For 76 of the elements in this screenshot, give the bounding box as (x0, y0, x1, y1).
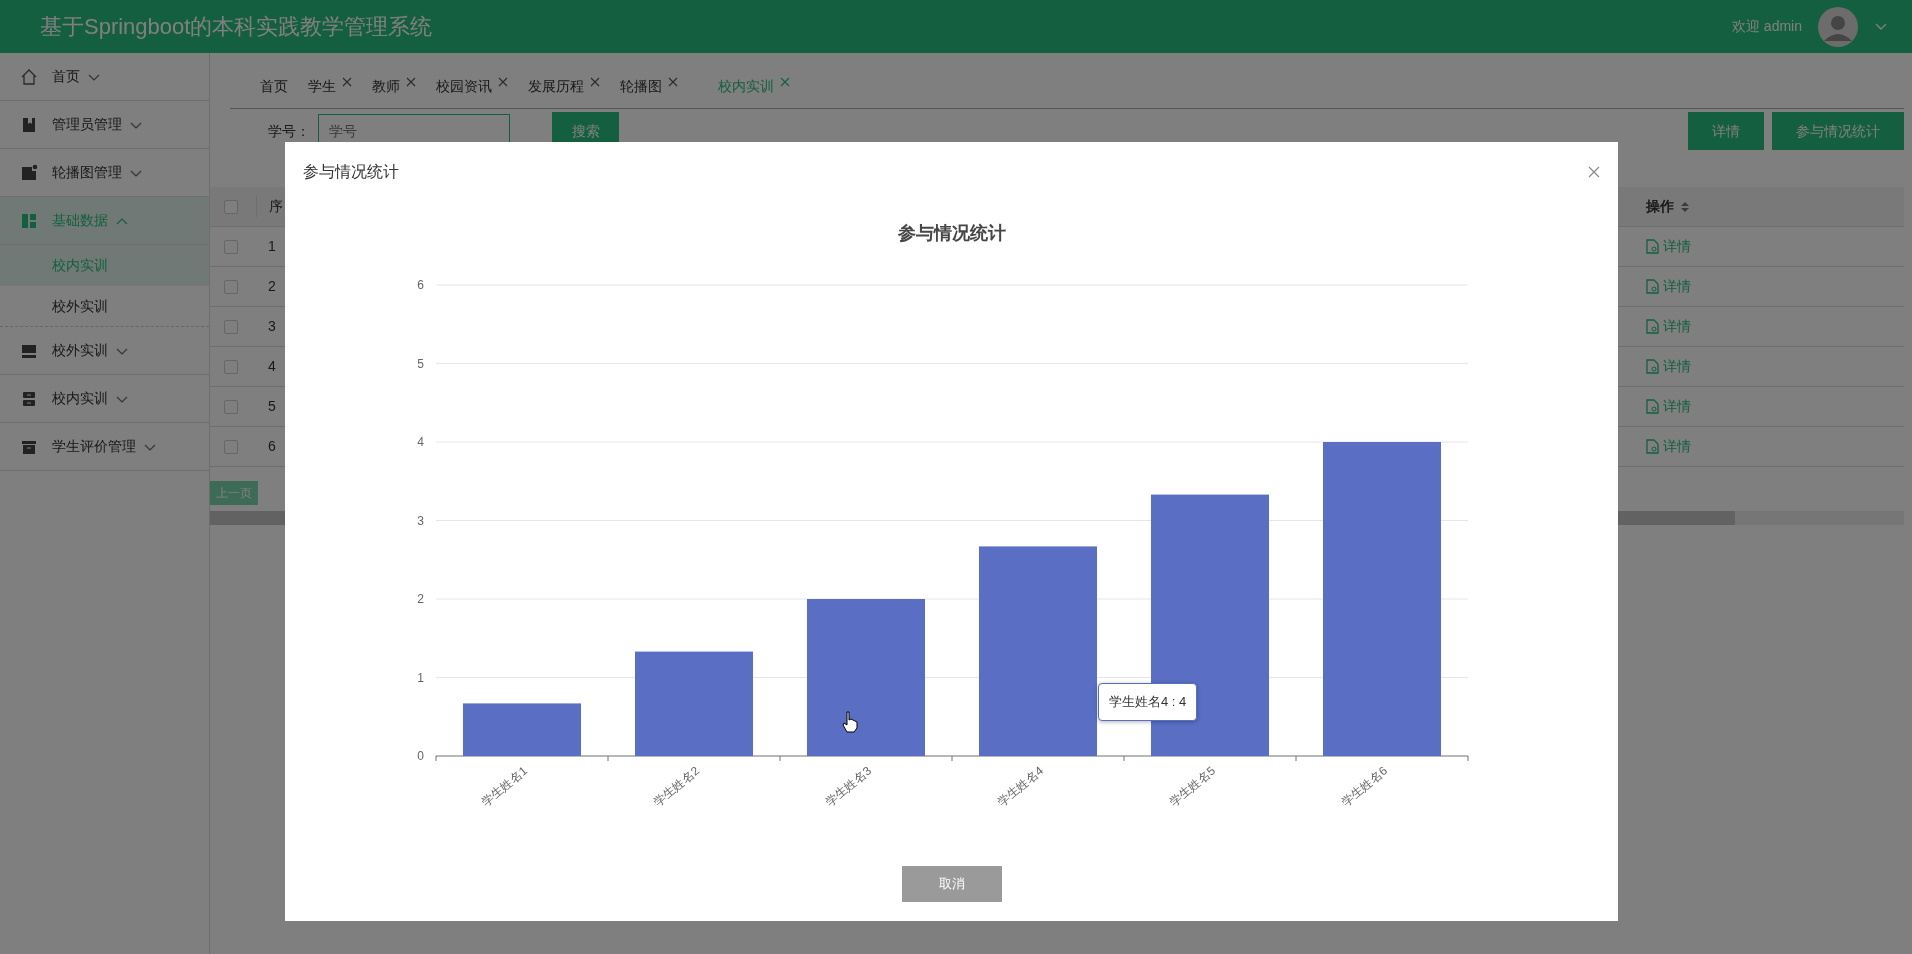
document-icon (1646, 359, 1659, 374)
tab[interactable]: 发展历程 (518, 76, 610, 97)
axis-category-label: 学生姓名5 (1167, 763, 1218, 810)
axis-category-label: 学生姓名6 (1339, 763, 1390, 810)
table-cell-text: 4 (267, 357, 276, 376)
welcome-text: 欢迎 admin (1731, 17, 1802, 36)
sidebar-subitem[interactable]: 校外实训 (0, 286, 209, 327)
axis-tick-label: 0 (417, 749, 424, 763)
tab[interactable]: 轮播图 (610, 76, 688, 97)
dashboard-icon (20, 211, 38, 230)
drawers-icon (20, 389, 38, 408)
document-icon (1646, 439, 1659, 454)
chevron-down-icon (116, 346, 128, 355)
chevron-down-icon (130, 120, 142, 129)
avatar-icon[interactable] (1818, 6, 1858, 47)
axis-tick-label: 4 (417, 435, 424, 449)
field-label: 学号： (268, 121, 310, 141)
axis-category-label: 学生姓名3 (823, 763, 874, 810)
chevron-down-icon (88, 72, 100, 81)
sort-icon (1680, 201, 1690, 214)
document-icon (1646, 399, 1659, 414)
axis-category-label: 学生姓名1 (479, 763, 530, 810)
document-icon (1646, 279, 1659, 294)
chart-title: 参与情况统计 (898, 223, 1006, 243)
home-icon (20, 67, 38, 86)
tab[interactable]: 学生 (298, 76, 362, 97)
book-icon (20, 115, 38, 134)
axis-tick-label: 6 (417, 278, 424, 292)
checkbox[interactable] (224, 319, 238, 334)
sidebar-item[interactable]: 管理员管理 (0, 101, 209, 149)
close-icon[interactable] (780, 76, 790, 87)
table-cell-text: 5 (267, 397, 276, 416)
cancel-button[interactable]: 取消 (901, 866, 1002, 902)
axis-tick-label: 5 (417, 356, 424, 371)
chevron-down-icon (144, 442, 156, 451)
app-title: 基于Springboot的本科实践教学管理系统 (39, 13, 433, 41)
table-cell-text: 3 (267, 317, 276, 336)
sidebar-item[interactable]: 首页 (0, 53, 209, 101)
column-header: 操作 (1646, 196, 1904, 217)
close-icon[interactable] (1588, 166, 1600, 178)
chevron-up-icon (116, 216, 128, 225)
checkbox[interactable] (224, 439, 238, 454)
close-icon[interactable] (668, 76, 678, 87)
sidebar-item[interactable]: 学生评价管理 (0, 423, 209, 471)
close-icon[interactable] (406, 76, 416, 87)
table-cell-text: 2 (267, 277, 276, 296)
picture-icon (20, 163, 38, 182)
close-icon[interactable] (590, 76, 600, 87)
column-header: 序 (256, 196, 283, 217)
checkbox[interactable] (224, 199, 238, 214)
document-icon (1646, 319, 1659, 334)
chart-tooltip: 学生姓名4 : 4 (1098, 683, 1198, 721)
axis-tick-label: 1 (417, 670, 424, 685)
table-cell-text: 1 (267, 237, 276, 256)
dialog-title: 参与情况统计 (303, 162, 399, 182)
checkbox[interactable] (224, 279, 238, 294)
sidebar-item[interactable]: 校内实训 (0, 375, 209, 423)
tab[interactable]: 校园资讯 (426, 76, 518, 97)
sidebar-item[interactable]: 校外实训 (0, 327, 209, 375)
document-icon (1646, 239, 1659, 254)
axis-tick-label: 3 (417, 513, 424, 528)
checkbox[interactable] (224, 239, 238, 254)
tab[interactable]: 首页 (250, 76, 298, 97)
close-icon[interactable] (342, 76, 352, 87)
checkbox[interactable] (224, 399, 238, 414)
axis-category-label: 学生姓名2 (651, 763, 702, 810)
tab[interactable]: 教师 (362, 76, 426, 97)
hand-cursor-icon (842, 711, 858, 733)
chevron-down-icon (116, 394, 128, 403)
axis-category-label: 学生姓名4 (995, 763, 1046, 810)
checkbox[interactable] (224, 359, 238, 374)
close-icon[interactable] (498, 76, 508, 87)
chevron-down-icon (130, 168, 142, 177)
table-cell-text: 6 (267, 437, 276, 456)
chevron-down-icon[interactable] (1874, 21, 1888, 32)
axis-tick-label: 2 (417, 592, 424, 606)
